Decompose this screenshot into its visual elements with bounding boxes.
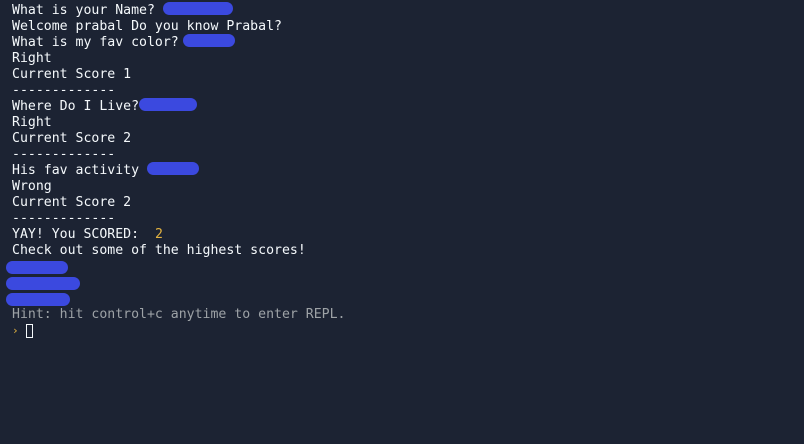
input-prompt-row[interactable]: › (12, 323, 792, 339)
console-line: What is your Name? (12, 2, 792, 19)
redacted-high-score (6, 277, 80, 290)
console-line: Check out some of the highest scores! (12, 243, 306, 258)
console-line: YAY! You SCORED: 2 (12, 227, 792, 243)
prompt-question: What is my fav color? (12, 35, 179, 50)
console-line: Welcome prabal Do you know Prabal? (12, 19, 282, 34)
console-line: Right (12, 51, 52, 66)
console-line: Current Score 2 (12, 131, 132, 146)
high-score-row (6, 275, 792, 291)
prompt-question: What is your Name? (12, 3, 155, 18)
redacted-answer (162, 2, 233, 15)
prompt-question: Where Do I Live? (12, 99, 140, 114)
console-line: What is my fav color? (12, 34, 792, 51)
console-output[interactable]: What is your Name? Welcome prabal Do you… (6, 2, 792, 439)
console-separator: ------------- (12, 83, 116, 98)
redacted-answer (182, 34, 235, 47)
console-line: Wrong (12, 179, 52, 194)
console-line: Current Score 2 (12, 195, 132, 210)
chevron-right-icon: › (12, 324, 19, 337)
high-score-row (6, 291, 792, 307)
score-value: 2 (154, 227, 163, 242)
redacted-answer (147, 162, 199, 175)
redacted-high-score (6, 261, 68, 274)
console-line: Where Do I Live? (12, 98, 792, 115)
text-cursor[interactable] (26, 324, 33, 338)
repl-hint: Hint: hit control+c anytime to enter REP… (12, 307, 346, 322)
console-separator: ------------- (12, 147, 116, 162)
redacted-high-score (6, 293, 70, 306)
console-line: His fav activity (12, 162, 792, 179)
console-line: Right (12, 115, 52, 130)
redacted-answer (139, 98, 198, 111)
score-label: YAY! You SCORED: (12, 227, 140, 242)
prompt-question: His fav activity (12, 163, 140, 178)
console-separator: ------------- (12, 211, 116, 226)
high-score-row (6, 259, 792, 275)
console-line: Current Score 1 (12, 67, 132, 82)
